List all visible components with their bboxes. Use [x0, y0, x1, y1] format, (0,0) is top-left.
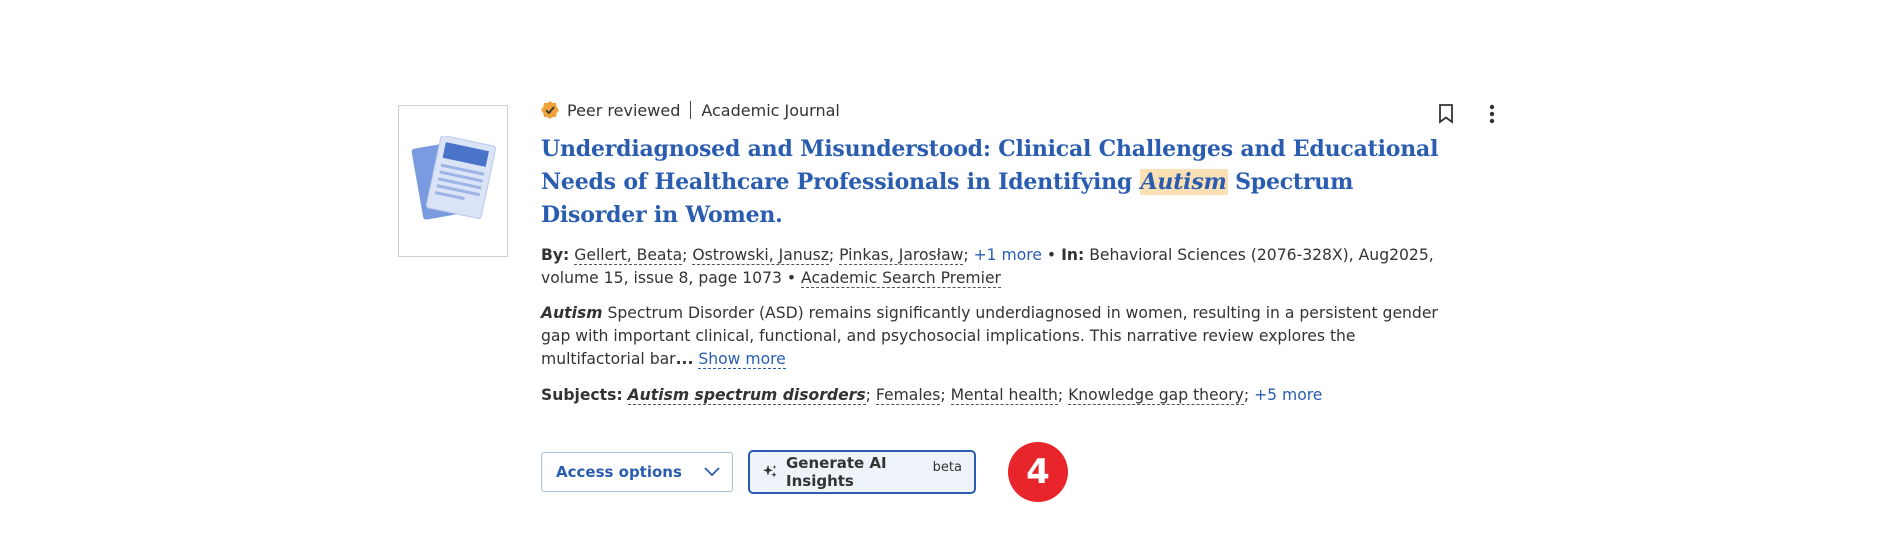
check-badge-icon: [541, 101, 559, 119]
author-link[interactable]: Pinkas, Jarosław: [839, 246, 964, 265]
step-badge: 4: [1008, 442, 1068, 502]
show-more-link[interactable]: Show more: [698, 350, 786, 369]
abstract-highlight: Autism: [541, 304, 603, 322]
publication-type: Academic Journal: [701, 100, 840, 120]
result-meta: Peer reviewed Academic Journal: [541, 90, 1451, 130]
bookmark-icon[interactable]: [1436, 102, 1456, 126]
beta-tag: beta: [932, 459, 962, 475]
subject-link[interactable]: Females: [875, 386, 941, 405]
database-link[interactable]: Academic Search Premier: [801, 269, 1001, 288]
generate-ai-insights-button[interactable]: Generate AI Insights beta: [748, 450, 976, 494]
author-link[interactable]: Gellert, Beata: [574, 246, 683, 265]
meta-separator: [690, 101, 692, 119]
result-actions: [1436, 102, 1502, 126]
result-buttons: Access options Generate AI Insights beta…: [541, 442, 1451, 502]
search-result: Peer reviewed Academic Journal Underdiag…: [396, 90, 1526, 502]
byline: By: Gellert, Beata; Ostrowski, Janusz; P…: [541, 246, 1434, 288]
subject-link[interactable]: Mental health: [950, 386, 1058, 405]
by-label: By:: [541, 246, 570, 264]
result-thumbnail[interactable]: [398, 105, 508, 257]
more-subjects-link[interactable]: +5 more: [1254, 386, 1322, 404]
document-icon: [411, 136, 497, 220]
subject-link[interactable]: Autism spectrum disorders: [627, 386, 866, 405]
result-content: Peer reviewed Academic Journal Underdiag…: [541, 90, 1451, 502]
title-highlight: Autism: [1139, 169, 1228, 195]
abstract: Autism Spectrum Disorder (ASD) remains s…: [541, 304, 1438, 369]
more-vertical-icon[interactable]: [1482, 102, 1502, 126]
sparkle-icon: [762, 464, 778, 480]
more-authors-link[interactable]: +1 more: [974, 246, 1042, 264]
chevron-down-icon: [704, 463, 720, 481]
subjects-label: Subjects:: [541, 386, 623, 404]
subject-link[interactable]: Knowledge gap theory: [1068, 386, 1244, 405]
author-link[interactable]: Ostrowski, Janusz: [692, 246, 829, 265]
result-title-link[interactable]: Underdiagnosed and Misunderstood: Clinic…: [541, 133, 1451, 232]
peer-reviewed-label: Peer reviewed: [567, 100, 681, 120]
subjects: Subjects: Autism spectrum disorders; Fem…: [541, 386, 1323, 405]
in-label: In:: [1061, 246, 1085, 264]
access-options-button[interactable]: Access options: [541, 452, 733, 492]
